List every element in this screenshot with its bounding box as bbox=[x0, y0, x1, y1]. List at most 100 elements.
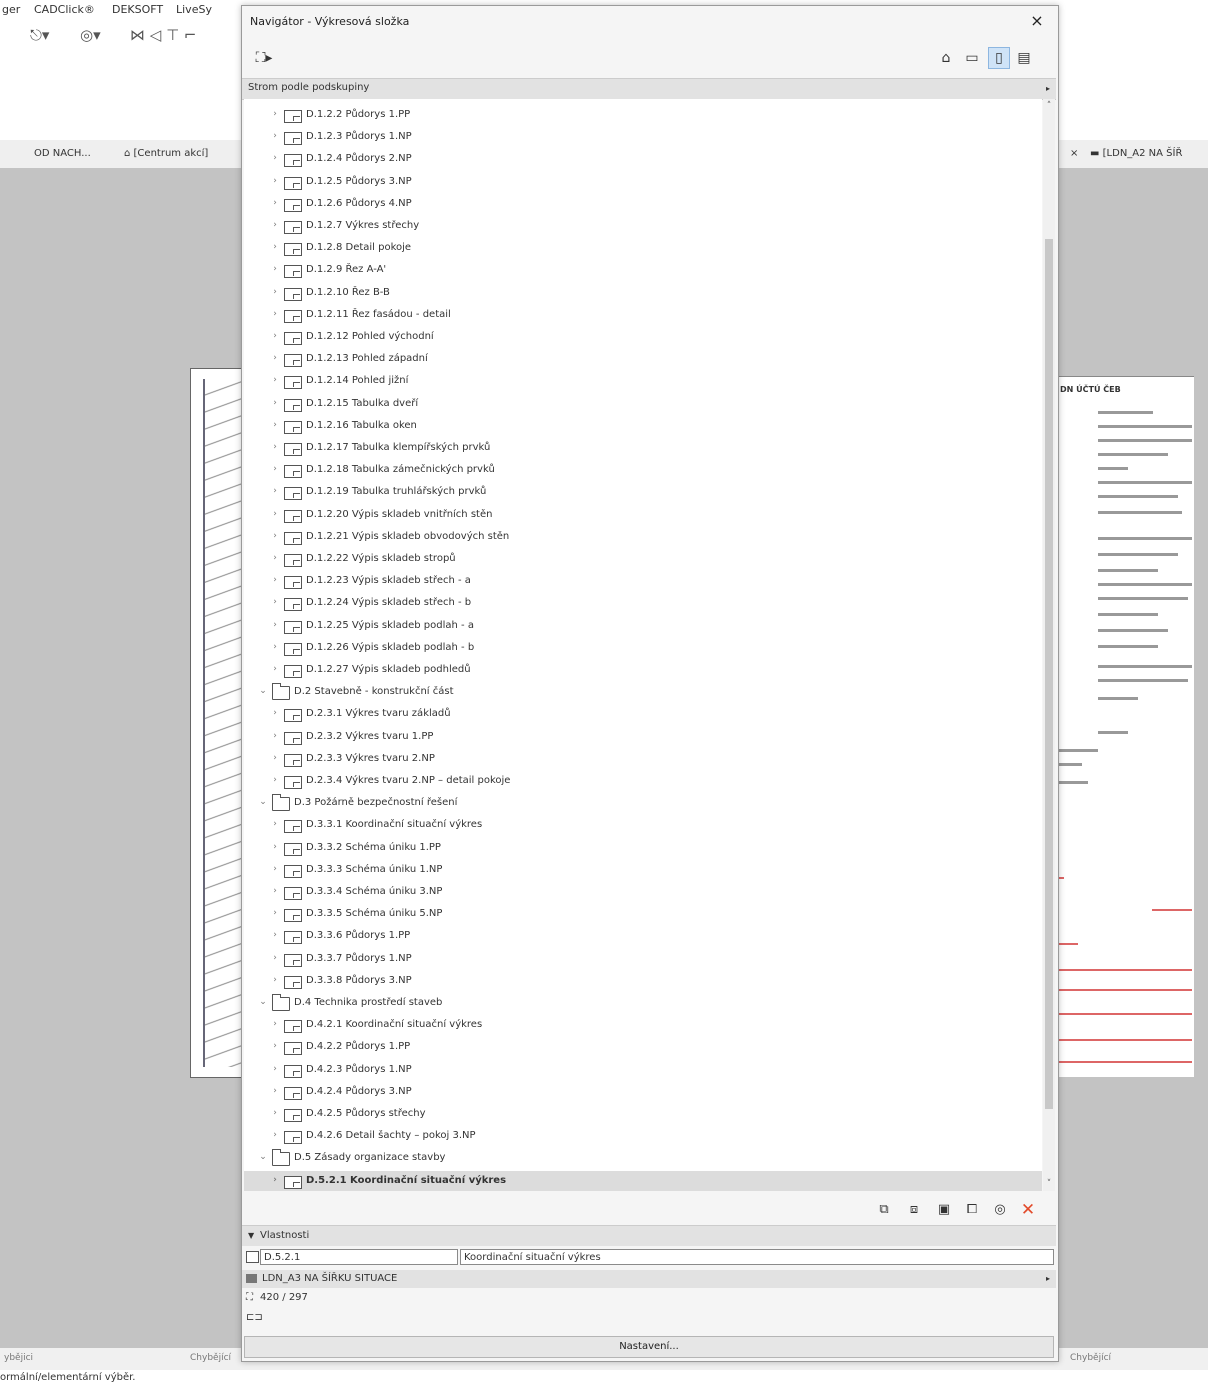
tree-item[interactable]: › D.1.2.17 Tabulka klempířských prvků bbox=[244, 438, 1042, 460]
properties-header[interactable]: ▼ Vlastnosti bbox=[242, 1225, 1056, 1246]
tree-item[interactable]: › D.1.2.24 Výpis skladeb střech - b bbox=[244, 593, 1042, 615]
chevron-right-icon[interactable]: › bbox=[270, 131, 280, 141]
tool-icon[interactable]: ⋈ ◁ ⊤ ⌐ bbox=[130, 26, 196, 44]
chevron-right-icon[interactable]: › bbox=[270, 375, 280, 385]
tree-item[interactable]: › D.3.3.5 Schéma úniku 5.NP bbox=[244, 904, 1042, 926]
chevron-right-icon[interactable]: › bbox=[270, 531, 280, 541]
tree-item[interactable]: › D.1.2.5 Půdorys 3.NP bbox=[244, 172, 1042, 194]
chevron-down-icon[interactable]: ⌄ bbox=[258, 797, 268, 807]
chevron-down-icon[interactable]: ⌄ bbox=[258, 997, 268, 1007]
tree-item[interactable]: › D.2.3.2 Výkres tvaru 1.PP bbox=[244, 727, 1042, 749]
tree-item[interactable]: › D.4.2.3 Půdorys 1.NP bbox=[244, 1060, 1042, 1082]
tab-centrum[interactable]: ⌂ [Centrum akcí] bbox=[124, 148, 208, 159]
tree-item[interactable]: › D.3.3.3 Schéma úniku 1.NP bbox=[244, 860, 1042, 882]
tree-item[interactable]: › D.1.2.13 Pohled západní bbox=[244, 349, 1042, 371]
tree-folder[interactable]: ⌄ D.3 Požárně bezpečnostní řešení bbox=[244, 793, 1042, 815]
tab[interactable]: ▬ [LDN_A2 NA ŠÍŘ bbox=[1090, 148, 1182, 159]
chevron-right-icon[interactable]: › bbox=[270, 975, 280, 985]
chevron-right-icon[interactable]: › bbox=[270, 842, 280, 852]
chevron-right-icon[interactable]: › bbox=[270, 264, 280, 274]
view-map-icon[interactable]: ▭ bbox=[962, 48, 982, 68]
tree-item[interactable]: › D.5.2.1 Koordinační situační výkres bbox=[244, 1170, 1042, 1191]
tree-item[interactable]: › D.4.2.1 Koordinační situační výkres bbox=[244, 1015, 1042, 1037]
scroll-up-icon[interactable]: ˄ bbox=[1043, 101, 1055, 111]
tree-item[interactable]: › D.2.3.3 Výkres tvaru 2.NP bbox=[244, 749, 1042, 771]
chevron-right-icon[interactable]: › bbox=[270, 886, 280, 896]
tree-item[interactable]: › D.1.2.10 Řez B-B bbox=[244, 283, 1042, 305]
layout-book-icon[interactable]: ▯ bbox=[988, 47, 1010, 69]
chevron-right-icon[interactable]: › bbox=[270, 1108, 280, 1118]
tree-item[interactable]: › D.1.2.21 Výpis skladeb obvodových stěn bbox=[244, 527, 1042, 549]
chevron-down-icon[interactable]: ⌄ bbox=[258, 1152, 268, 1162]
chevron-right-icon[interactable]: › bbox=[270, 420, 280, 430]
tree-item[interactable]: › D.1.2.22 Výpis skladeb stropů bbox=[244, 549, 1042, 571]
chevron-right-icon[interactable]: › bbox=[270, 819, 280, 829]
publisher-sets-icon[interactable]: ▤ bbox=[1014, 48, 1034, 68]
chevron-right-icon[interactable]: › bbox=[270, 486, 280, 496]
chevron-right-icon[interactable]: › bbox=[270, 398, 280, 408]
settings-circle-icon[interactable]: ◎ bbox=[990, 1200, 1010, 1220]
tree-item[interactable]: › D.1.2.8 Detail pokoje bbox=[244, 238, 1042, 260]
chevron-right-icon[interactable]: › bbox=[270, 198, 280, 208]
tree-folder[interactable]: ⌄ D.5 Zásady organizace stavby bbox=[244, 1148, 1042, 1170]
master-layout-row[interactable]: LDN_A3 NA ŠÍŘKU SITUACE ▸ bbox=[242, 1270, 1056, 1288]
close-icon[interactable]: × bbox=[1026, 10, 1048, 32]
chevron-right-icon[interactable]: › bbox=[270, 1041, 280, 1051]
tree-folder[interactable]: ⌄ D.4 Technika prostředí staveb bbox=[244, 993, 1042, 1015]
name-field[interactable]: Koordinační situační výkres bbox=[460, 1249, 1054, 1265]
tree-item[interactable]: › D.3.3.4 Schéma úniku 3.NP bbox=[244, 882, 1042, 904]
tree-item[interactable]: › D.1.2.23 Výpis skladeb střech - a bbox=[244, 571, 1042, 593]
tree-item[interactable]: › D.1.2.20 Výpis skladeb vnitřních stěn bbox=[244, 505, 1042, 527]
chevron-right-icon[interactable]: › bbox=[270, 1064, 280, 1074]
chevron-right-icon[interactable]: › bbox=[270, 309, 280, 319]
chevron-right-icon[interactable]: › bbox=[270, 464, 280, 474]
tree-item[interactable]: › D.3.3.7 Půdorys 1.NP bbox=[244, 949, 1042, 971]
tree-view-icon[interactable]: ⛶▸ bbox=[250, 48, 278, 68]
tree-item[interactable]: › D.4.2.6 Detail šachty – pokoj 3.NP bbox=[244, 1126, 1042, 1148]
tree-item[interactable]: › D.1.2.12 Pohled východní bbox=[244, 327, 1042, 349]
tree-item[interactable]: › D.1.2.15 Tabulka dveří bbox=[244, 394, 1042, 416]
tree-item[interactable]: › D.1.2.27 Výpis skladeb podhledů bbox=[244, 660, 1042, 682]
tree-item[interactable]: › D.1.2.9 Řez A-A' bbox=[244, 260, 1042, 282]
new-subset-icon[interactable]: ⧈ bbox=[904, 1200, 924, 1220]
tree-item[interactable]: › D.4.2.5 Půdorys střechy bbox=[244, 1104, 1042, 1126]
chevron-right-icon[interactable]: › bbox=[270, 331, 280, 341]
chevron-right-icon[interactable]: › bbox=[270, 731, 280, 741]
chevron-right-icon[interactable]: › bbox=[270, 442, 280, 452]
tab[interactable]: OD NACH... bbox=[34, 148, 91, 159]
tab-close-icon[interactable]: × bbox=[1070, 148, 1078, 159]
chevron-right-icon[interactable]: › bbox=[270, 353, 280, 363]
tool-icon[interactable]: ⎋▾ bbox=[30, 26, 49, 44]
chevron-right-icon[interactable]: › bbox=[270, 575, 280, 585]
tree-item[interactable]: › D.3.3.8 Půdorys 3.NP bbox=[244, 971, 1042, 993]
subgroup-selector[interactable]: Strom podle podskupiny ▸ bbox=[242, 78, 1056, 100]
tree-item[interactable]: › D.1.2.3 Půdorys 1.NP bbox=[244, 127, 1042, 149]
tree-item[interactable]: › D.1.2.11 Řez fasádou - detail bbox=[244, 305, 1042, 327]
chevron-right-icon[interactable]: › bbox=[270, 1086, 280, 1096]
chevron-right-icon[interactable]: › bbox=[270, 775, 280, 785]
tool-icon[interactable]: ◎▾ bbox=[80, 26, 101, 44]
menu-item[interactable]: DEKSOFT bbox=[112, 3, 163, 16]
chevron-right-icon[interactable]: › bbox=[270, 242, 280, 252]
tree-item[interactable]: › D.1.2.18 Tabulka zámečnických prvků bbox=[244, 460, 1042, 482]
chevron-right-icon[interactable]: › bbox=[270, 553, 280, 563]
chevron-right-icon[interactable]: › bbox=[270, 642, 280, 652]
chevron-right-icon[interactable]: › bbox=[270, 153, 280, 163]
settings-button[interactable]: Nastavení... bbox=[244, 1336, 1054, 1358]
menu-item[interactable]: LiveSy bbox=[176, 3, 212, 16]
tree-item[interactable]: › D.1.2.14 Pohled jižní bbox=[244, 371, 1042, 393]
tree-item[interactable]: › D.4.2.4 Půdorys 3.NP bbox=[244, 1082, 1042, 1104]
project-map-icon[interactable]: ⌂ bbox=[936, 48, 956, 68]
chevron-right-icon[interactable]: › bbox=[270, 597, 280, 607]
chevron-right-icon[interactable]: › bbox=[270, 220, 280, 230]
scroll-thumb[interactable] bbox=[1045, 239, 1053, 1109]
chevron-right-icon[interactable]: › bbox=[270, 1130, 280, 1140]
master-layout-icon[interactable]: ▣ bbox=[934, 1200, 954, 1220]
menu-item[interactable]: CADClick® bbox=[34, 3, 95, 16]
chevron-right-icon[interactable]: › bbox=[270, 864, 280, 874]
chevron-right-icon[interactable]: › bbox=[270, 620, 280, 630]
delete-icon[interactable]: ✕ bbox=[1018, 1200, 1038, 1220]
tree-item[interactable]: › D.4.2.2 Půdorys 1.PP bbox=[244, 1037, 1042, 1059]
tree-item[interactable]: › D.1.2.26 Výpis skladeb podlah - b bbox=[244, 638, 1042, 660]
tree-item[interactable]: › D.1.2.4 Půdorys 2.NP bbox=[244, 149, 1042, 171]
